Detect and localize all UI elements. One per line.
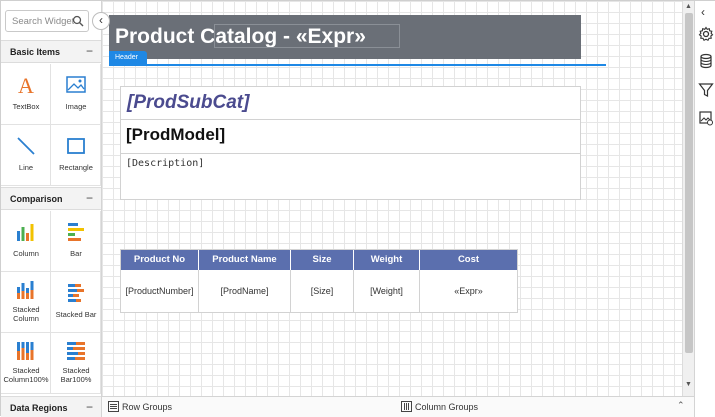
grouping-bar: Row Groups Column Groups ⌃ [102,396,694,417]
textbox-icon: A [18,74,34,96]
label-line: Stacked [12,305,40,314]
row-groups-button[interactable]: Row Groups [108,400,178,414]
widget-label: Image [65,102,87,111]
widget-rectangle[interactable]: Rectangle [51,125,101,186]
page-header-band[interactable]: Product Catalog - «Expr» [109,15,581,59]
collapse-section-button[interactable]: − [86,191,93,205]
section-title: Basic Items [10,47,61,57]
row-groups-label: Row Groups [122,402,173,412]
collapse-panel-button[interactable]: ‹ [92,12,110,30]
stacked-column-icon [16,281,33,299]
table-header-cell[interactable]: Product Name [199,250,291,270]
label-line: Stacked [62,366,90,375]
expand-properties-button[interactable]: ‹ [701,5,705,19]
stacked-column100-icon [16,342,33,360]
stacked-bar100-icon [66,342,85,360]
section-title: Comparison [10,194,63,204]
widget-bar[interactable]: Bar [51,211,101,272]
widget-stacked-column[interactable]: Stacked Column [1,272,51,333]
database-icon[interactable] [698,53,714,69]
image-icon [65,76,86,93]
widget-label: Column [13,249,39,258]
description-field[interactable]: [Description] [121,154,580,199]
label-line: Column [13,314,39,323]
label-line: Stacked [12,366,40,375]
collapse-section-button[interactable]: − [86,400,93,414]
description-text: [Description] [126,158,205,169]
scrollbar-thumb[interactable] [685,13,693,353]
report-page[interactable]: Product Catalog - «Expr» Header [109,15,581,396]
widget-label: Rectangle [59,163,93,172]
table-cell[interactable]: «Expr» [420,270,517,312]
textbox-outline[interactable] [214,24,400,48]
expand-groups-button[interactable]: ⌃ [677,400,685,411]
table-header-cell[interactable]: Product No [121,250,199,270]
column-groups-label: Column Groups [415,402,479,412]
widget-line[interactable]: Line [1,125,51,186]
scroll-down-arrow-icon[interactable]: ▼ [685,381,692,388]
widget-stacked-column100[interactable]: Stacked Column100% [1,333,51,394]
row-groups-icon [108,401,119,412]
table-cell[interactable]: [ProdName] [199,270,291,312]
product-table[interactable]: Product No Product Name Size Weight Cost… [120,249,518,313]
section-data-regions[interactable]: Data Regions − [1,396,101,417]
search-box[interactable] [5,10,89,32]
table-header-cell[interactable]: Cost [420,250,517,270]
section-basic-items[interactable]: Basic Items − [1,40,101,63]
table-cell[interactable]: [ProductNumber] [121,270,199,312]
line-icon [16,137,35,155]
subcategory-field[interactable]: [ProdSubCat] [121,87,580,120]
table-cell[interactable]: [Size] [291,270,354,312]
table-header-cell[interactable]: Weight [354,250,420,270]
gear-icon[interactable] [698,26,714,42]
image-settings-icon[interactable] [698,110,714,126]
header-divider [109,64,606,66]
search-input[interactable] [6,11,74,31]
widget-stacked-bar[interactable]: Stacked Bar [51,272,101,333]
column-chart-icon [16,224,33,241]
widget-stacked-bar100[interactable]: Stacked Bar100% [51,333,101,394]
bar-chart-icon [67,223,84,241]
section-title: Data Regions [10,403,68,413]
widget-image[interactable]: Image [51,64,101,125]
vertical-scrollbar[interactable]: ▲ ▼ [682,1,694,396]
report-designer: Basic Items − A TextBox Image Line [0,0,715,417]
widget-label: Line [18,163,34,172]
widget-label: Stacked Bar100% [51,366,101,384]
properties-toolbar: ‹ [694,1,715,417]
filter-icon[interactable] [698,82,714,98]
section-comparison[interactable]: Comparison − [1,187,101,210]
scroll-up-arrow-icon[interactable]: ▲ [685,3,692,10]
table-header-cell[interactable]: Size [291,250,354,270]
label-line: Bar100% [60,375,92,384]
widget-label: Stacked Column100% [1,366,51,384]
widget-column[interactable]: Column [1,211,51,272]
model-text: [ProdModel] [126,125,226,144]
subcategory-text: [ProdSubCat] [127,92,250,113]
column-groups-button[interactable]: Column Groups [401,400,481,414]
widget-label: TextBox [12,102,40,111]
label-line: Column100% [3,375,49,384]
model-field[interactable]: [ProdModel] [121,120,580,154]
product-info-rectangle[interactable]: [ProdSubCat] [ProdModel] [Description] [120,86,581,200]
widget-textbox[interactable]: A TextBox [1,64,51,125]
table-cell[interactable]: [Weight] [354,270,420,312]
widget-label: Stacked Column [1,305,51,323]
header-section-tag[interactable]: Header [109,51,147,65]
column-groups-icon [401,401,412,412]
widget-label: Bar [70,249,82,258]
rectangle-icon [66,138,85,154]
stacked-bar-icon [67,284,84,302]
collapse-section-button[interactable]: − [86,44,93,58]
widget-label: Stacked Bar [55,310,97,319]
widget-panel: Basic Items − A TextBox Image Line [1,1,102,417]
svg-text:A: A [18,74,34,96]
search-icon[interactable] [72,15,84,27]
